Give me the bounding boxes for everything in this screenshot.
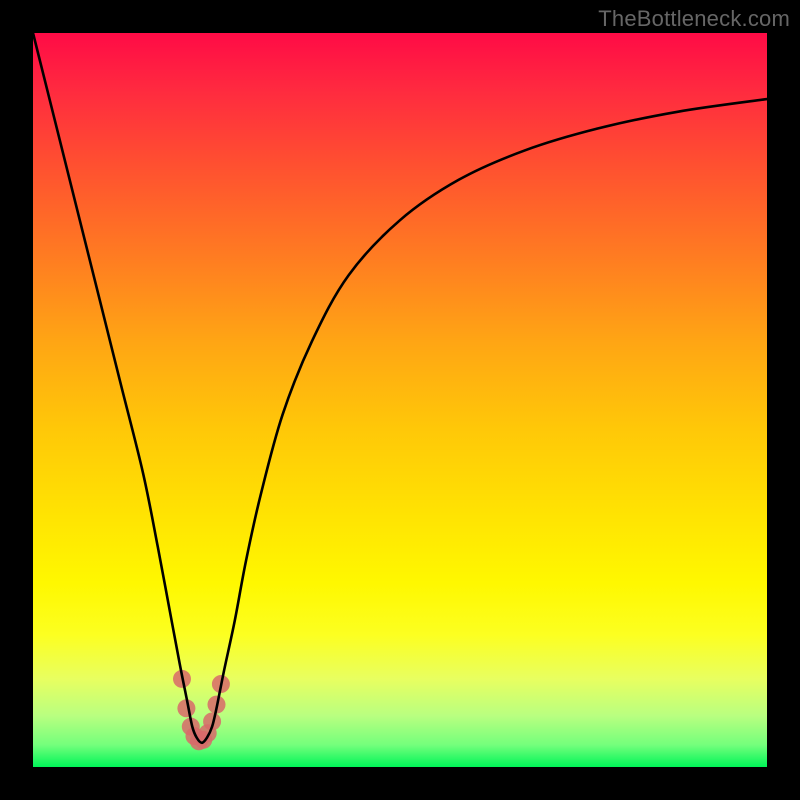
watermark-label: TheBottleneck.com: [598, 6, 790, 32]
bottleneck-curve: [33, 33, 767, 743]
chart-area: [33, 33, 767, 767]
chart-svg: [33, 33, 767, 767]
